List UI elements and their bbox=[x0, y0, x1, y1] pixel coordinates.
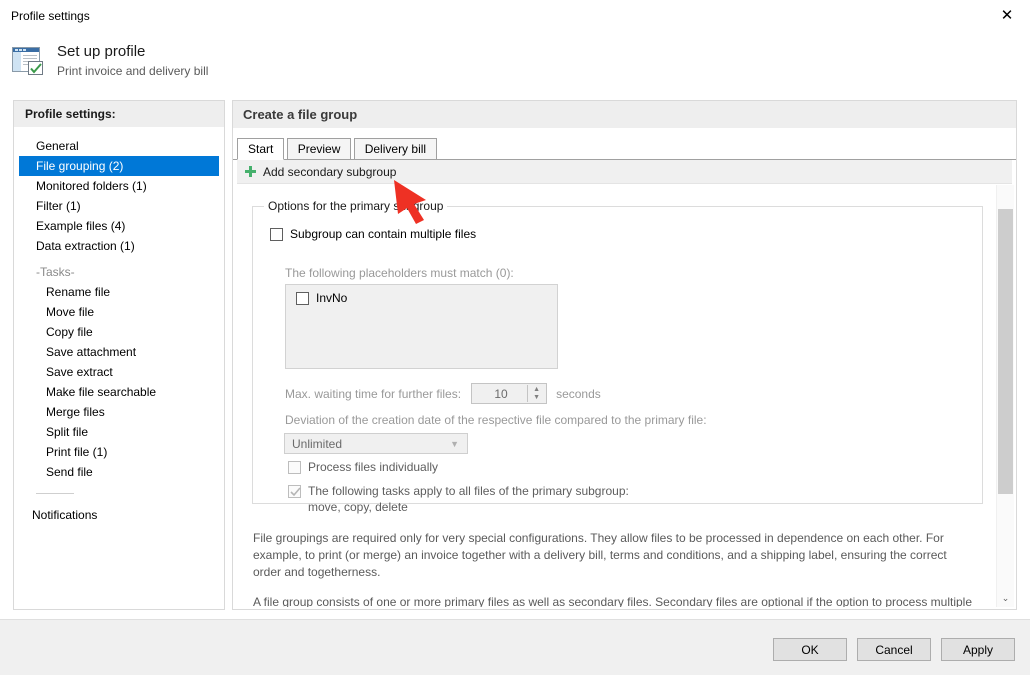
vertical-scrollbar[interactable]: ⌄ bbox=[996, 185, 1014, 607]
sidebar-header: Profile settings: bbox=[14, 101, 224, 127]
checkbox-label-line2: move, copy, delete bbox=[308, 501, 629, 514]
checkbox-label: Process files individually bbox=[308, 461, 438, 474]
sidebar-item-make-file-searchable[interactable]: Make file searchable bbox=[14, 382, 224, 402]
sidebar-item-data-extraction[interactable]: Data extraction (1) bbox=[14, 236, 224, 256]
checkbox-box bbox=[296, 292, 309, 305]
settings-sidebar: Profile settings: General File grouping … bbox=[13, 100, 225, 610]
toolbar: Add secondary subgroup bbox=[237, 160, 1012, 184]
sidebar-item-notifications[interactable]: Notifications bbox=[14, 505, 224, 525]
close-icon[interactable]: ✕ bbox=[984, 0, 1030, 31]
sidebar-divider bbox=[36, 493, 74, 494]
waiting-time-row: Max. waiting time for further files: 10 … bbox=[285, 383, 601, 404]
deviation-select[interactable]: Unlimited ▼ bbox=[284, 433, 468, 454]
sidebar-item-save-attachment[interactable]: Save attachment bbox=[14, 342, 224, 362]
plus-icon bbox=[245, 166, 256, 177]
window-titlebar: Profile settings ✕ bbox=[0, 0, 1030, 32]
ok-button[interactable]: OK bbox=[773, 638, 847, 661]
process-files-individually-checkbox[interactable]: Process files individually bbox=[288, 461, 438, 474]
checkbox-label-line1: The following tasks apply to all files o… bbox=[308, 485, 629, 498]
main-panel-title: Create a file group bbox=[233, 101, 1016, 128]
sidebar-item-send-file[interactable]: Send file bbox=[14, 462, 224, 482]
tab-delivery-bill[interactable]: Delivery bill bbox=[354, 138, 437, 160]
scroll-host: Options for the primary subgroup Subgrou… bbox=[237, 185, 1014, 607]
checkbox-box bbox=[288, 461, 301, 474]
placeholders-listbox[interactable]: InvNo bbox=[285, 284, 558, 369]
description-paragraph-2: A file group consists of one or more pri… bbox=[253, 594, 978, 607]
sidebar-item-rename-file[interactable]: Rename file bbox=[14, 282, 224, 302]
dialog-footer: OK Cancel Apply bbox=[0, 619, 1030, 675]
waiting-time-label: Max. waiting time for further files: bbox=[285, 387, 461, 401]
dialog-header: Set up profile Print invoice and deliver… bbox=[0, 32, 1030, 90]
sidebar-item-merge-files[interactable]: Merge files bbox=[14, 402, 224, 422]
description-text: File groupings are required only for ver… bbox=[253, 530, 978, 607]
sidebar-item-save-extract[interactable]: Save extract bbox=[14, 362, 224, 382]
chevron-down-icon: ▼ bbox=[450, 434, 459, 453]
sidebar-item-general[interactable]: General bbox=[14, 136, 224, 156]
list-item[interactable]: InvNo bbox=[296, 292, 557, 305]
subgroup-multiple-files-checkbox[interactable]: Subgroup can contain multiple files bbox=[270, 228, 476, 241]
checkbox-box bbox=[288, 485, 301, 498]
placeholders-label: The following placeholders must match (0… bbox=[285, 266, 514, 280]
tab-start[interactable]: Start bbox=[237, 138, 284, 160]
window-title: Profile settings bbox=[0, 9, 90, 23]
deviation-selected-value: Unlimited bbox=[292, 437, 342, 451]
stepper-down-icon[interactable]: ▼ bbox=[528, 394, 545, 403]
waiting-time-unit: seconds bbox=[556, 387, 601, 401]
scroll-down-icon[interactable]: ⌄ bbox=[997, 590, 1014, 607]
main-panel: Create a file group Start Preview Delive… bbox=[232, 100, 1017, 610]
sidebar-item-monitored-folders[interactable]: Monitored folders (1) bbox=[14, 176, 224, 196]
header-title: Set up profile bbox=[57, 44, 208, 61]
dialog-body: Profile settings: General File grouping … bbox=[0, 92, 1030, 619]
waiting-time-stepper[interactable]: 10 ▲ ▼ bbox=[471, 383, 547, 404]
stepper-buttons[interactable]: ▲ ▼ bbox=[527, 385, 545, 402]
checkbox-box bbox=[270, 228, 283, 241]
sidebar-item-copy-file[interactable]: Copy file bbox=[14, 322, 224, 342]
sidebar-item-filter[interactable]: Filter (1) bbox=[14, 196, 224, 216]
list-item-label: InvNo bbox=[316, 292, 347, 305]
sidebar-item-example-files[interactable]: Example files (4) bbox=[14, 216, 224, 236]
add-secondary-subgroup-button[interactable]: Add secondary subgroup bbox=[263, 165, 396, 179]
options-scroll-content: Options for the primary subgroup Subgrou… bbox=[237, 185, 996, 607]
description-paragraph-1: File groupings are required only for ver… bbox=[253, 530, 978, 581]
scrollbar-thumb[interactable] bbox=[998, 209, 1013, 494]
tab-preview[interactable]: Preview bbox=[287, 138, 352, 160]
cancel-button[interactable]: Cancel bbox=[857, 638, 931, 661]
profile-window-check-icon bbox=[12, 45, 46, 77]
sidebar-tasks-label: -Tasks- bbox=[14, 262, 224, 282]
sidebar-item-file-grouping[interactable]: File grouping (2) bbox=[19, 156, 219, 176]
tabstrip: Start Preview Delivery bill bbox=[233, 138, 1016, 160]
sidebar-item-move-file[interactable]: Move file bbox=[14, 302, 224, 322]
sidebar-item-print-file[interactable]: Print file (1) bbox=[14, 442, 224, 462]
header-subtitle: Print invoice and delivery bill bbox=[57, 64, 208, 78]
apply-button[interactable]: Apply bbox=[941, 638, 1015, 661]
sidebar-item-split-file[interactable]: Split file bbox=[14, 422, 224, 442]
groupbox-title: Options for the primary subgroup bbox=[264, 199, 447, 213]
stepper-up-icon[interactable]: ▲ bbox=[528, 385, 545, 394]
tasks-apply-to-all-files-checkbox[interactable]: The following tasks apply to all files o… bbox=[288, 485, 629, 514]
primary-subgroup-options-group: Options for the primary subgroup Subgrou… bbox=[252, 206, 983, 504]
checkbox-label: Subgroup can contain multiple files bbox=[290, 228, 476, 241]
deviation-label: Deviation of the creation date of the re… bbox=[285, 413, 707, 427]
